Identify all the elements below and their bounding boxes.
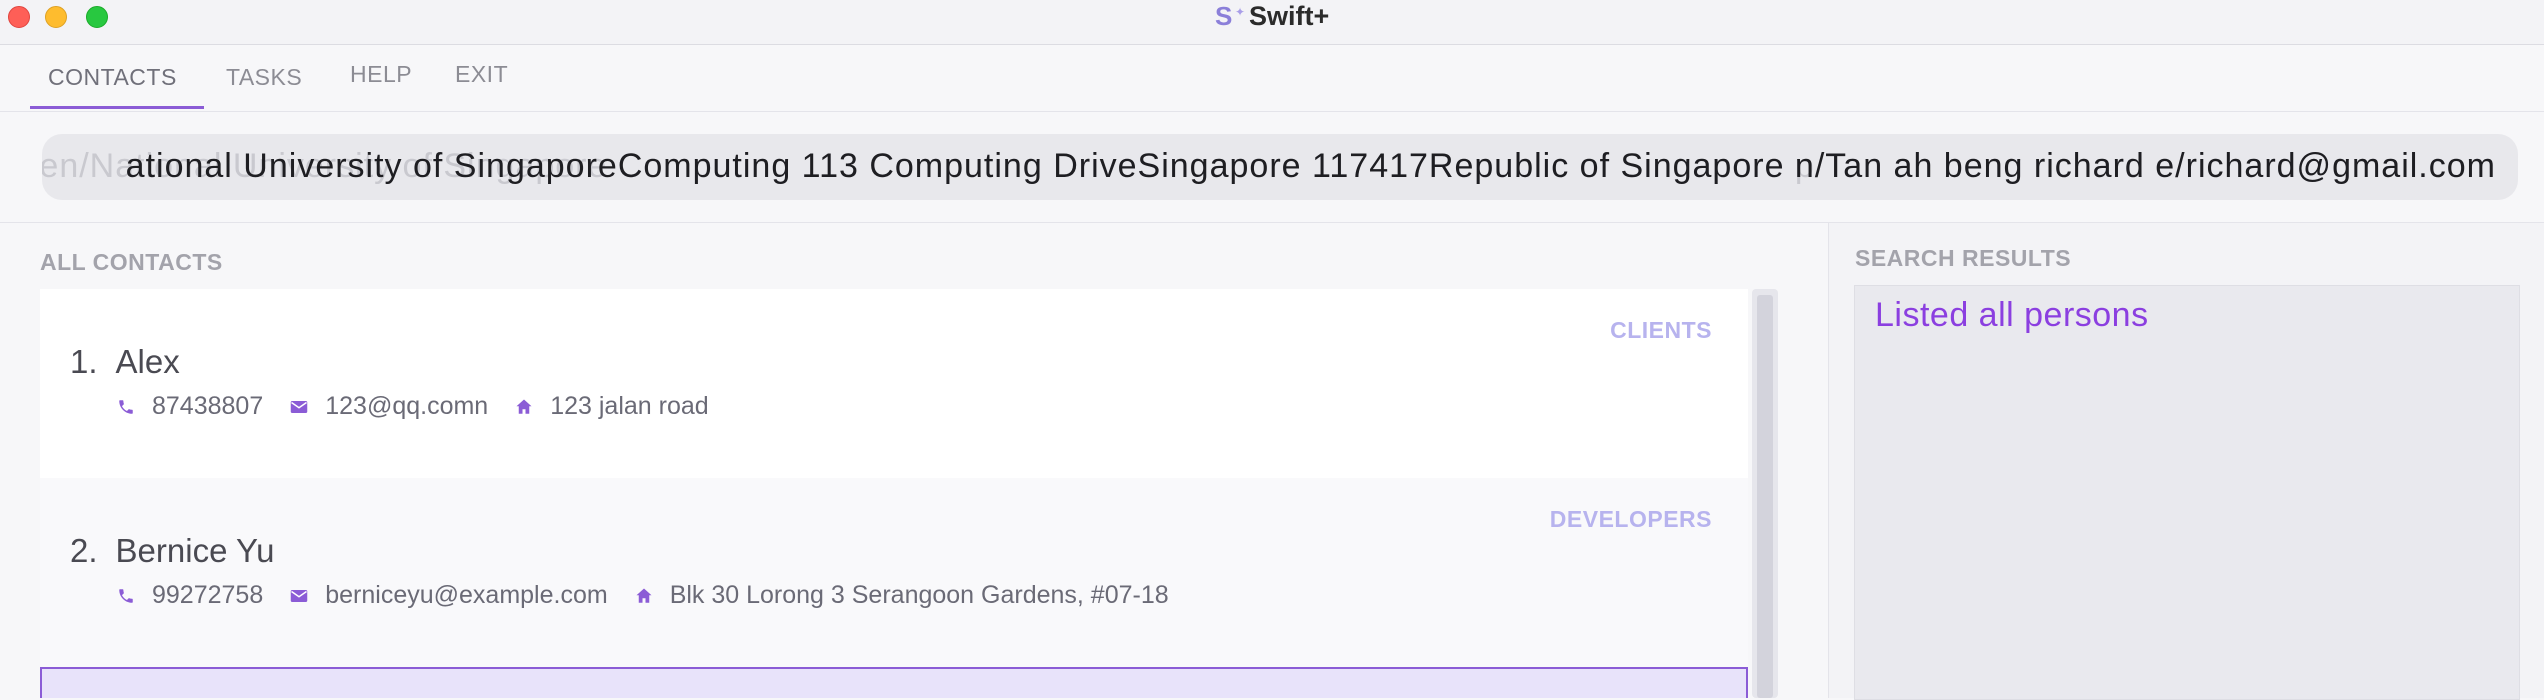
close-window-button[interactable] — [8, 6, 30, 28]
phone-icon — [116, 586, 136, 606]
title-bar: S ✦ Swift+ — [0, 0, 2544, 45]
contact-tag: CLIENTS — [1610, 317, 1712, 343]
tab-tasks[interactable]: TASKS — [226, 64, 302, 91]
command-input[interactable]: addc n/ Cantuarden/National University o… — [42, 134, 2518, 200]
contact-info-row: 87438807 123@qq.comn 123 jalan road — [116, 392, 735, 421]
contact-card-selected[interactable] — [40, 667, 1748, 698]
contact-address: Blk 30 Lorong 3 Serangoon Gardens, #07-1… — [669, 581, 1169, 609]
contact-name: Bernice Yu — [115, 532, 275, 569]
menu-help[interactable]: HELP — [350, 61, 412, 88]
contact-address: 123 jalan road — [550, 392, 709, 420]
window-title: Swift+ — [1249, 0, 1330, 31]
menu-bar: CONTACTS TASKS HELP EXIT — [0, 45, 2544, 112]
contact-email: 123@qq.comn — [325, 392, 489, 420]
app-title: S ✦ Swift+ — [1215, 1, 1329, 31]
contact-tag: DEVELOPERS — [1549, 506, 1712, 532]
contact-phone: 99272758 — [152, 581, 264, 609]
maximize-window-button[interactable] — [86, 6, 108, 28]
contacts-panel: ALL CONTACTS CLIENTS 1. Alex 87438807 12… — [0, 223, 1829, 698]
contact-phone: 87438807 — [152, 392, 264, 420]
results-panel: SEARCH RESULTS Listed all persons — [1829, 223, 2544, 700]
scrollbar-thumb[interactable] — [1757, 295, 1773, 698]
app-logo-icon: S ✦ — [1215, 1, 1245, 31]
command-area: addc n/ Cantuarden/National University o… — [0, 112, 2544, 223]
contact-list: CLIENTS 1. Alex 87438807 123@qq.comn 123… — [40, 289, 1748, 698]
email-icon — [289, 586, 309, 606]
menu-exit[interactable]: EXIT — [455, 61, 508, 88]
contact-index: 1. — [70, 343, 98, 380]
contacts-title: ALL CONTACTS — [40, 249, 223, 275]
minimize-window-button[interactable] — [45, 6, 67, 28]
contact-index: 2. — [70, 532, 98, 569]
contact-name-row: 1. Alex — [70, 343, 180, 381]
contact-card[interactable]: CLIENTS 1. Alex 87438807 123@qq.comn 123… — [40, 289, 1748, 478]
home-icon — [514, 397, 534, 417]
contact-list-scrollbar[interactable] — [1752, 289, 1778, 698]
phone-icon — [116, 397, 136, 417]
contact-card[interactable]: DEVELOPERS 2. Bernice Yu 99272758 bernic… — [40, 478, 1748, 667]
results-title: SEARCH RESULTS — [1855, 245, 2072, 271]
contact-email: berniceyu@example.com — [325, 581, 608, 609]
tab-contacts[interactable]: CONTACTS — [48, 64, 177, 91]
results-display: Listed all persons — [1854, 285, 2520, 700]
contact-name-row: 2. Bernice Yu — [70, 532, 275, 570]
contact-name: Alex — [115, 343, 180, 380]
results-message: Listed all persons — [1875, 296, 2149, 334]
email-icon — [289, 397, 309, 417]
active-tab-indicator — [30, 106, 204, 109]
home-icon — [634, 586, 654, 606]
contact-info-row: 99272758 berniceyu@example.com Blk 30 Lo… — [116, 581, 1195, 610]
command-text[interactable]: ational University of SingaporeComputing… — [126, 147, 2496, 186]
